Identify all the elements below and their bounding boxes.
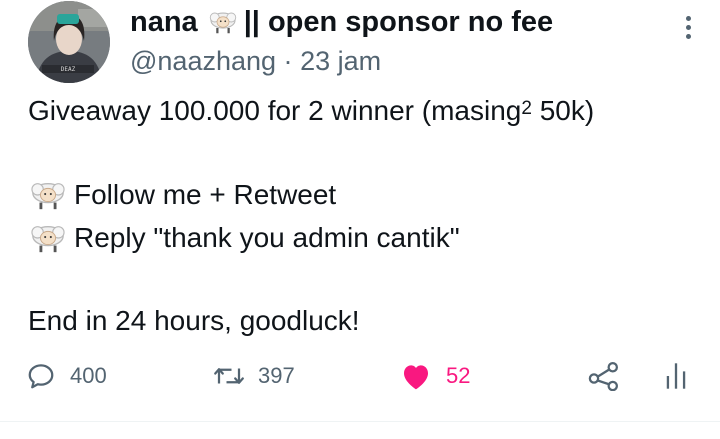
sheep-icon [209,12,236,34]
reply-icon [28,364,54,389]
share-icon [588,362,619,391]
reply-button[interactable]: 400 [26,361,107,391]
tweet-text: Giveaway 100.000 for 2 winner (masing 2 5… [28,94,700,338]
author-name-line[interactable]: nana || open sponsor no fee [130,4,660,40]
more-vertical-icon[interactable] [684,16,692,46]
author-name-suffix: || open sponsor no fee [243,6,554,38]
avatar-caption: DEAZ [61,66,76,73]
retweet-button[interactable]: 397 [212,361,295,391]
analytics-button[interactable] [664,361,688,391]
avatar[interactable]: DEAZ [28,1,110,83]
author-meta: @naazhang · 23 jam [130,44,660,78]
action-bar: 400 397 52 [0,361,720,401]
tweet-line-3: Reply "thank you admin cantik" [28,221,700,255]
like-button[interactable]: 52 [400,361,470,391]
retweet-count: 397 [258,363,295,388]
tweet-header: nana || open sponsor no fee @naazhang · … [130,4,660,78]
tweet-line-4: End in 24 hours, goodluck! [28,305,360,336]
analytics-icon [666,363,686,389]
tweet-line-1: Giveaway 100.000 for 2 winner (masing 2 5… [28,95,595,126]
tweet-line-2-text: Follow me + Retweet [74,179,337,210]
heart-filled-icon [404,365,428,390]
retweet-icon [214,368,244,384]
like-count: 52 [446,363,471,388]
sheep-icon [31,182,65,210]
author-display-name[interactable]: nana [130,4,198,40]
avatar-image: DEAZ [28,1,110,83]
reply-count: 400 [70,363,107,388]
bottom-divider [0,421,720,422]
author-handle[interactable]: @naazhang [130,46,276,76]
sheep-icon [31,225,65,253]
tweet-time[interactable]: 23 jam [300,46,381,76]
share-button[interactable] [587,361,621,391]
meta-separator: · [283,46,293,76]
tweet-line-2: Follow me + Retweet [28,178,700,212]
tweet-line-3-text: Reply "thank you admin cantik" [74,222,460,253]
